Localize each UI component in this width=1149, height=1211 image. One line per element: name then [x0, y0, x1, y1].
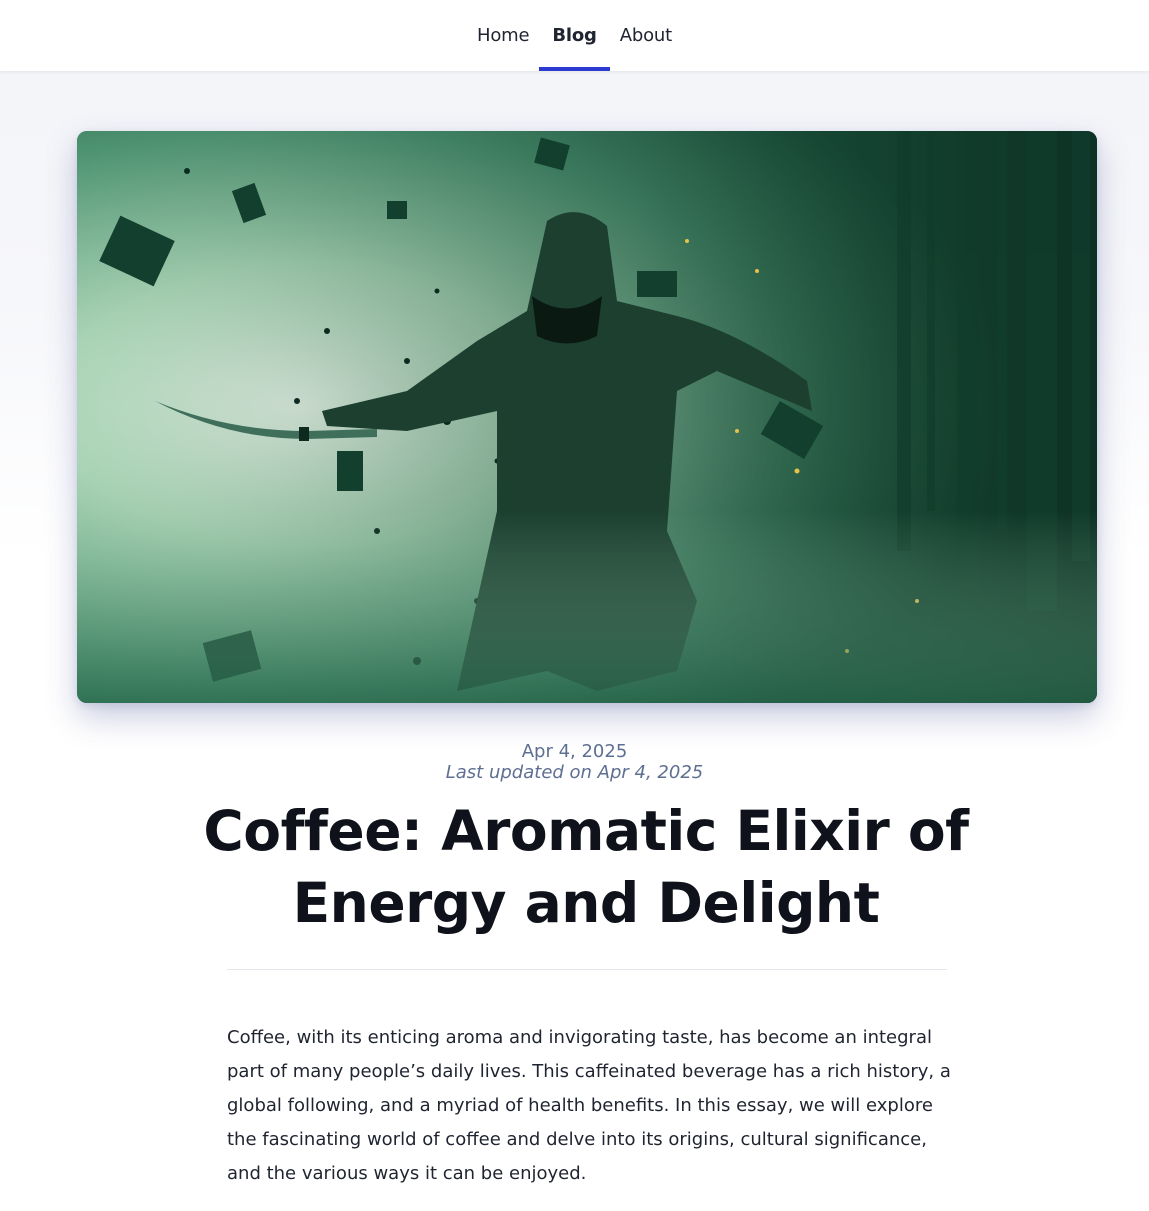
hero-illustration [77, 131, 1097, 703]
nav-home-link[interactable]: Home [467, 0, 539, 71]
nav-about-link[interactable]: About [610, 0, 682, 71]
hero-image [77, 131, 1097, 703]
post-title: Coffee: Aromatic Elixir of Energy and De… [203, 799, 969, 935]
nav-blog-link[interactable]: Blog [539, 0, 611, 71]
post-updated-date: Last updated on Apr 4, 2025 [445, 762, 704, 783]
nav-list: Home Blog About [467, 0, 682, 71]
top-navigation: Home Blog About [0, 0, 1149, 71]
title-divider [227, 969, 947, 970]
post-date: Apr 4, 2025 [521, 741, 628, 762]
post-intro-paragraph: Coffee, with its enticing aroma and invi… [227, 1027, 951, 1184]
